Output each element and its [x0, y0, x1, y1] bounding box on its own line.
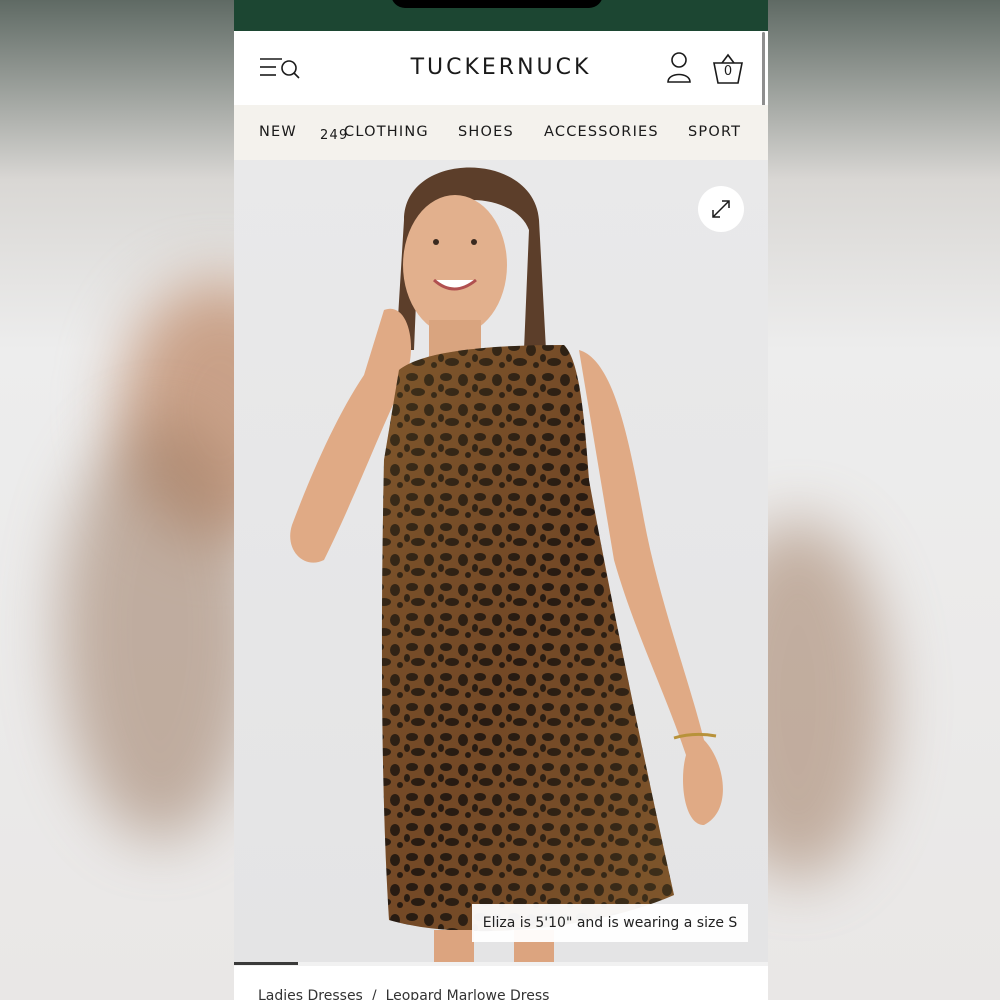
cart-count: 0 [723, 64, 733, 79]
nav-item-sport[interactable]: SPORT [688, 124, 741, 140]
backdrop-left [0, 0, 234, 1000]
backdrop-right [768, 0, 1000, 1000]
nav-item-shoes[interactable]: SHOES [458, 124, 514, 140]
brand-logo[interactable]: TUCKERNUCK [354, 55, 648, 80]
menu-search-icon[interactable] [258, 55, 302, 83]
phone-screen: TUCKERNUCK 0 NEW 249 CLOTHING SHOES ACCE… [234, 0, 768, 1000]
notch [391, 0, 603, 8]
category-nav: NEW 249 CLOTHING SHOES ACCESSORIES SPORT [234, 105, 768, 160]
zoom-button[interactable] [698, 186, 744, 232]
expand-icon [712, 200, 730, 218]
product-gallery[interactable]: Eliza is 5'10" and is wearing a size S [234, 160, 768, 962]
account-icon[interactable] [666, 51, 692, 85]
nav-item-new[interactable]: NEW 249 [259, 124, 347, 143]
product-photo [234, 160, 768, 962]
breadcrumb: Ladies Dresses / Leopard Marlowe Dress [258, 988, 549, 1000]
nav-item-accessories[interactable]: ACCESSORIES [544, 124, 659, 140]
breadcrumb-separator: / [371, 988, 377, 1000]
nav-item-label: NEW [259, 124, 297, 140]
cart-button[interactable]: 0 [712, 51, 744, 87]
status-bar [234, 0, 768, 31]
site-header: TUCKERNUCK 0 [234, 31, 768, 105]
gallery-progress-track [234, 962, 768, 966]
gallery-progress-bar [234, 962, 299, 965]
nav-item-clothing[interactable]: CLOTHING [344, 124, 429, 140]
breadcrumb-link-category[interactable]: Ladies Dresses [258, 988, 363, 1000]
model-size-caption: Eliza is 5'10" and is wearing a size S [472, 904, 748, 942]
breadcrumb-link-product[interactable]: Leopard Marlowe Dress [386, 988, 550, 1000]
